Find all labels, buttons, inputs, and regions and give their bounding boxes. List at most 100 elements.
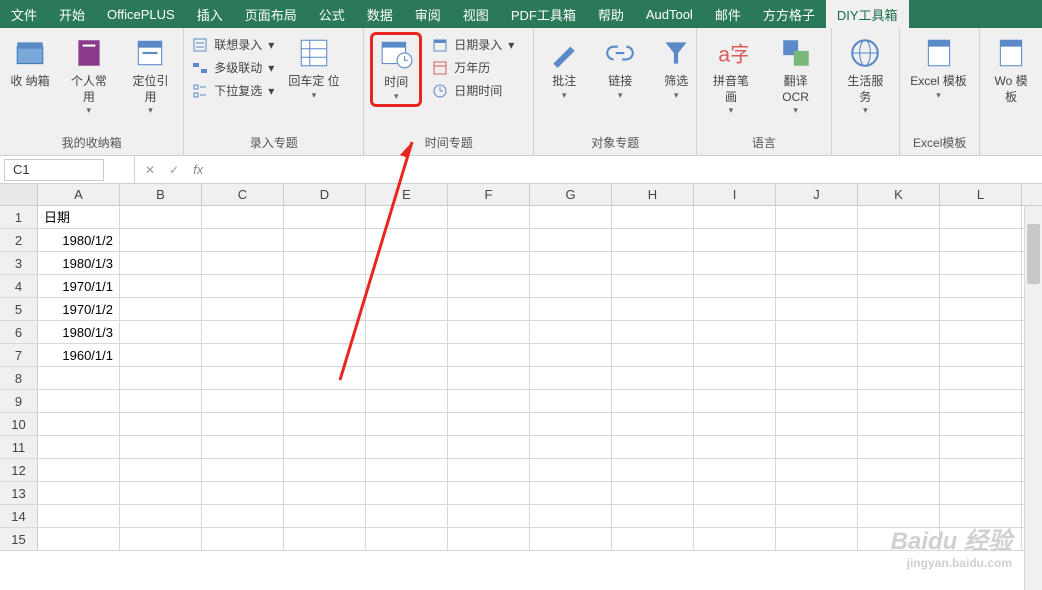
cell[interactable] (858, 321, 940, 343)
cell[interactable] (120, 482, 202, 504)
cell[interactable]: 1960/1/1 (38, 344, 120, 366)
cell[interactable] (284, 275, 366, 297)
cell[interactable] (612, 229, 694, 251)
cell[interactable] (530, 275, 612, 297)
cell[interactable] (776, 229, 858, 251)
cell[interactable] (940, 275, 1022, 297)
row-header[interactable]: 15 (0, 528, 38, 550)
cell[interactable] (858, 344, 940, 366)
col-header[interactable]: L (940, 184, 1022, 205)
cell[interactable] (448, 528, 530, 550)
cell[interactable] (366, 229, 448, 251)
col-header[interactable]: K (858, 184, 940, 205)
tab-officeplus[interactable]: OfficePLUS (96, 0, 186, 28)
cell[interactable] (120, 321, 202, 343)
cell[interactable] (612, 528, 694, 550)
cell[interactable] (858, 252, 940, 274)
cell[interactable] (120, 413, 202, 435)
cell[interactable] (530, 436, 612, 458)
cell[interactable] (284, 436, 366, 458)
cell[interactable] (38, 505, 120, 527)
tab-data[interactable]: 数据 (356, 0, 404, 28)
cell[interactable] (38, 528, 120, 550)
cancel-icon[interactable]: ✕ (145, 163, 155, 177)
cell[interactable] (940, 229, 1022, 251)
cell[interactable] (776, 482, 858, 504)
name-box[interactable]: C1 (4, 159, 104, 181)
enter-locate-button[interactable]: 回车定 位▾ (284, 32, 343, 105)
cell[interactable] (694, 482, 776, 504)
calendar-button[interactable]: 万年历 (432, 59, 514, 76)
cell[interactable] (694, 298, 776, 320)
col-header[interactable]: G (530, 184, 612, 205)
tab-pagelayout[interactable]: 页面布局 (234, 0, 308, 28)
cell[interactable] (284, 505, 366, 527)
tab-audtool[interactable]: AudTool (635, 0, 704, 28)
col-header[interactable]: C (202, 184, 284, 205)
cell[interactable] (448, 275, 530, 297)
cell[interactable] (776, 252, 858, 274)
cell[interactable] (612, 298, 694, 320)
tab-view[interactable]: 视图 (452, 0, 500, 28)
cell[interactable] (366, 321, 448, 343)
cell[interactable]: 日期 (38, 206, 120, 228)
row-header[interactable]: 8 (0, 367, 38, 389)
cell[interactable] (776, 436, 858, 458)
cell[interactable] (202, 436, 284, 458)
cell[interactable] (448, 482, 530, 504)
assoc-input-button[interactable]: 联想录入 ▾ (192, 36, 274, 53)
cell[interactable] (366, 436, 448, 458)
cell[interactable] (858, 206, 940, 228)
cell[interactable] (366, 390, 448, 412)
tab-insert[interactable]: 插入 (186, 0, 234, 28)
col-header[interactable]: B (120, 184, 202, 205)
cell[interactable] (448, 459, 530, 481)
multi-link-button[interactable]: 多级联动 ▾ (192, 59, 274, 76)
cell[interactable] (202, 413, 284, 435)
cell[interactable] (38, 482, 120, 504)
cell[interactable] (940, 505, 1022, 527)
cell[interactable] (694, 528, 776, 550)
cell[interactable] (858, 275, 940, 297)
cell[interactable] (284, 390, 366, 412)
cell[interactable] (120, 528, 202, 550)
cell[interactable] (612, 321, 694, 343)
cell[interactable] (284, 528, 366, 550)
tab-file[interactable]: 文件 (0, 0, 48, 28)
link-button[interactable]: 链接▾ (596, 32, 644, 105)
cell[interactable] (940, 344, 1022, 366)
cell[interactable] (694, 252, 776, 274)
cell[interactable] (940, 321, 1022, 343)
cell[interactable] (366, 505, 448, 527)
personal-use-button[interactable]: 个人常 用▾ (62, 32, 116, 120)
cell[interactable] (530, 367, 612, 389)
col-header[interactable]: J (776, 184, 858, 205)
cell[interactable] (120, 344, 202, 366)
life-service-button[interactable]: 生活服 务▾ (838, 32, 894, 120)
cell[interactable] (120, 298, 202, 320)
cell[interactable] (202, 459, 284, 481)
cell[interactable] (612, 367, 694, 389)
row-header[interactable]: 14 (0, 505, 38, 527)
translate-ocr-button[interactable]: 翻译 OCR▾ (767, 32, 825, 120)
row-header[interactable]: 1 (0, 206, 38, 228)
cell[interactable] (694, 344, 776, 366)
cell[interactable] (612, 413, 694, 435)
cell[interactable] (940, 436, 1022, 458)
storage-box-button[interactable]: 收 纳箱 (6, 32, 54, 94)
cell[interactable] (530, 459, 612, 481)
row-header[interactable]: 4 (0, 275, 38, 297)
word-template-button[interactable]: Wo 模板 (986, 32, 1036, 109)
cell[interactable] (120, 252, 202, 274)
cell[interactable] (366, 206, 448, 228)
cell[interactable] (202, 344, 284, 366)
vertical-scrollbar[interactable] (1024, 206, 1042, 590)
fx-icon[interactable]: fx (193, 162, 203, 177)
cell[interactable] (366, 275, 448, 297)
cell[interactable] (366, 482, 448, 504)
cell[interactable] (858, 229, 940, 251)
cell[interactable] (120, 206, 202, 228)
enter-icon[interactable]: ✓ (169, 163, 179, 177)
cell[interactable] (366, 459, 448, 481)
cell[interactable] (694, 413, 776, 435)
